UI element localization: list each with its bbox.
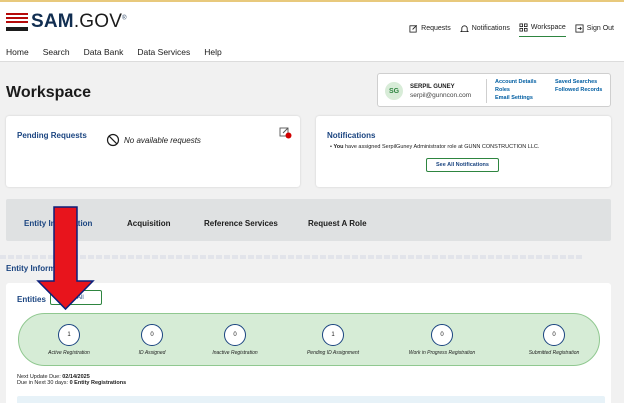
stat-count: 1 bbox=[58, 324, 80, 346]
saved-searches-link[interactable]: Saved Searches bbox=[555, 79, 597, 85]
email-settings-link[interactable]: Email Settings bbox=[495, 95, 533, 101]
pending-requests-card: Pending Requests No available requests bbox=[6, 116, 300, 187]
flag-icon bbox=[6, 13, 28, 31]
profile-email: serpil@gunncon.com bbox=[410, 92, 472, 99]
nav-home[interactable]: Home bbox=[6, 47, 29, 57]
workspace-tabs: Entity Information Acquisition Reference… bbox=[6, 199, 611, 241]
profile-name: SERPIL GUNEY bbox=[410, 84, 455, 90]
stat-pending-id-assignment[interactable]: 1 Pending ID Assignment bbox=[288, 314, 378, 367]
bell-icon bbox=[459, 24, 469, 32]
page-title: Workspace bbox=[6, 84, 92, 101]
stat-inactive-registration[interactable]: 0 Inactive Registration bbox=[190, 314, 280, 367]
stat-label: Pending ID Assignment bbox=[306, 350, 360, 356]
main-nav: Home Search Data Bank Data Services Help bbox=[6, 47, 236, 57]
info-banner bbox=[17, 396, 605, 403]
avatar: SG bbox=[385, 82, 403, 100]
entities-label: Entities bbox=[17, 295, 46, 304]
entities-filter-select[interactable]: All bbox=[50, 290, 102, 305]
requests-link[interactable]: Requests bbox=[409, 24, 451, 37]
tab-entity-information[interactable]: Entity Information bbox=[24, 219, 92, 228]
tab-reference-services[interactable]: Reference Services bbox=[204, 219, 278, 228]
stat-label: Submitted Registration bbox=[528, 350, 580, 356]
stat-submitted-registration[interactable]: 0 Submitted Registration bbox=[509, 314, 599, 367]
notifications-title: Notifications bbox=[327, 131, 376, 140]
profile-card: SG SERPIL GUNEY serpil@gunncon.com Accou… bbox=[377, 73, 611, 107]
logo-text: SAM.GOV® bbox=[31, 11, 127, 32]
stat-count: 0 bbox=[141, 324, 163, 346]
profile-divider bbox=[486, 79, 487, 103]
notifications-link[interactable]: Notifications bbox=[459, 24, 510, 37]
no-requests-message: No available requests bbox=[106, 133, 201, 147]
stat-label: Inactive Registration bbox=[212, 350, 258, 356]
stat-count: 1 bbox=[322, 324, 344, 346]
roles-link[interactable]: Roles bbox=[495, 87, 510, 93]
section-heading: Entity Information bbox=[6, 264, 75, 273]
registration-status-bar: 1 Active Registration 0 ID Assigned 0 In… bbox=[18, 313, 600, 366]
tab-acquisition[interactable]: Acquisition bbox=[127, 219, 171, 228]
sam-logo[interactable]: SAM.GOV® bbox=[6, 11, 127, 33]
nav-help[interactable]: Help bbox=[204, 47, 221, 57]
next-update-info: Next Update Due: 02/14/2025 Due in Next … bbox=[17, 374, 127, 386]
workspace-link[interactable]: Workspace bbox=[518, 23, 566, 37]
nav-search[interactable]: Search bbox=[43, 47, 70, 57]
grid-icon bbox=[519, 23, 528, 32]
no-entry-icon bbox=[106, 133, 120, 147]
notifications-card: Notifications • You have assigned Serpil… bbox=[316, 116, 611, 187]
nav-data-services[interactable]: Data Services bbox=[137, 47, 190, 57]
sign-out-link[interactable]: Sign Out bbox=[575, 23, 614, 37]
stat-count: 0 bbox=[431, 324, 453, 346]
stat-work-in-progress[interactable]: 0 Work in Progress Registration bbox=[397, 314, 487, 367]
entity-summary-card: Entities All 1 Active Registration 0 ID … bbox=[6, 283, 611, 403]
tab-request-a-role[interactable]: Request A Role bbox=[308, 219, 367, 228]
stat-label: ID Assigned bbox=[138, 350, 166, 356]
site-header: SAM.GOV® Requests Notifications Workspac… bbox=[0, 2, 624, 62]
stat-id-assigned[interactable]: 0 ID Assigned bbox=[107, 314, 197, 367]
nav-data-bank[interactable]: Data Bank bbox=[84, 47, 124, 57]
sign-out-icon bbox=[575, 23, 584, 33]
section-divider bbox=[0, 255, 584, 259]
edit-request-icon[interactable] bbox=[279, 126, 292, 139]
pending-requests-title: Pending Requests bbox=[17, 131, 87, 140]
pencil-square-icon bbox=[409, 24, 418, 33]
stat-active-registration[interactable]: 1 Active Registration bbox=[24, 314, 114, 367]
stat-count: 0 bbox=[224, 324, 246, 346]
account-details-link[interactable]: Account Details bbox=[495, 79, 537, 85]
stat-label: Active Registration bbox=[48, 350, 90, 356]
notification-item: • You have assigned SerpilGuney Administ… bbox=[330, 144, 540, 150]
stat-label: Work in Progress Registration bbox=[408, 350, 476, 356]
stat-count: 0 bbox=[543, 324, 565, 346]
followed-records-link[interactable]: Followed Records bbox=[555, 87, 602, 93]
utility-nav: Requests Notifications Workspace Sign Ou… bbox=[400, 23, 614, 37]
see-all-notifications-button[interactable]: See All Notifications bbox=[426, 158, 499, 172]
